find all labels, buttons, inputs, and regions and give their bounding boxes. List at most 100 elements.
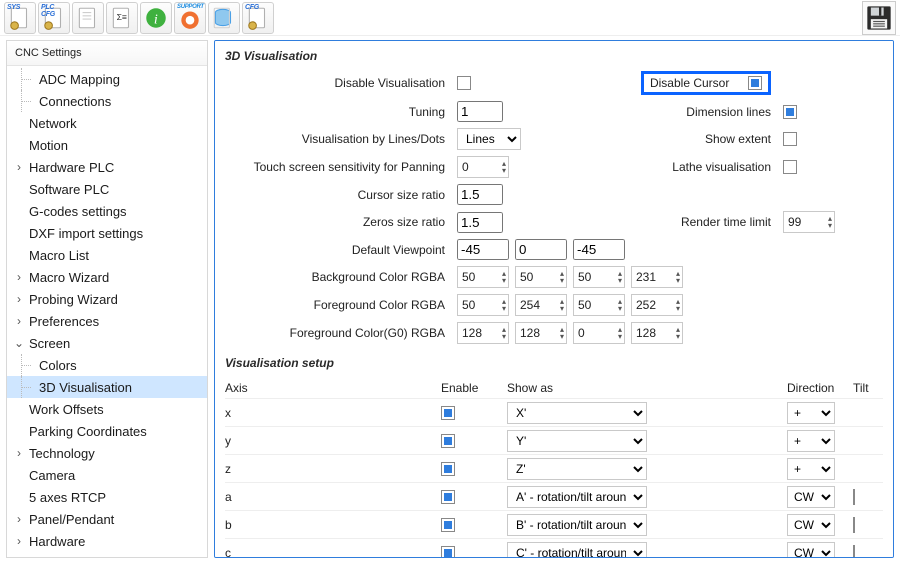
spin-bg-1[interactable]: 50▴▾	[515, 266, 567, 288]
check-enable-z[interactable]	[441, 462, 455, 476]
sidebar-item-preferences[interactable]: ›Preferences	[7, 310, 207, 332]
axis-label: y	[225, 434, 435, 448]
input-zeros-size[interactable]	[457, 212, 503, 233]
sidebar-item-3d-visualisation[interactable]: 3D Visualisation	[7, 376, 207, 398]
select-showas-y[interactable]: Y'	[507, 430, 647, 452]
spin-bg-2[interactable]: 50▴▾	[573, 266, 625, 288]
check-tilt-c[interactable]	[853, 545, 855, 558]
check-tilt-b[interactable]	[853, 517, 855, 533]
sidebar-item-colors[interactable]: Colors	[7, 354, 207, 376]
save-button[interactable]	[862, 1, 896, 35]
spin-fg0-2[interactable]: 0▴▾	[573, 322, 625, 344]
input-vp-1[interactable]	[515, 239, 567, 260]
select-showas-c[interactable]: C' - rotation/tilt around Z	[507, 542, 647, 558]
label-dimension-lines: Dimension lines	[611, 105, 771, 119]
label-by-lines: Visualisation by Lines/Dots	[225, 132, 445, 146]
spin-fg-1[interactable]: 254▴▾	[515, 294, 567, 316]
check-tilt-a[interactable]	[853, 489, 855, 505]
sidebar-item-technology[interactable]: ›Technology	[7, 442, 207, 464]
label-fg0-rgba: Foreground Color(G0) RGBA	[225, 326, 445, 340]
sidebar-title: CNC Settings	[7, 41, 207, 66]
input-cursor-size[interactable]	[457, 184, 503, 205]
toolbar-sigma[interactable]: Σ≡	[106, 2, 138, 34]
sidebar-item-network[interactable]: Network	[7, 112, 207, 134]
toolbar-plc-cfg[interactable]: PLC CFG	[38, 2, 70, 34]
axis-label: a	[225, 490, 435, 504]
toolbar-sys[interactable]: SYS	[4, 2, 36, 34]
select-dir-b[interactable]: CW	[787, 514, 835, 536]
check-lathe-vis[interactable]	[783, 160, 797, 174]
select-dir-z[interactable]: +	[787, 458, 835, 480]
sidebar-item-label: Hardware	[29, 534, 85, 549]
sidebar-item-hardware[interactable]: ›Hardware	[7, 530, 207, 552]
toolbar-doc[interactable]	[72, 2, 104, 34]
sidebar-item-label: Camera	[29, 468, 75, 483]
sidebar-item-macro-wizard[interactable]: ›Macro Wizard	[7, 266, 207, 288]
select-dir-y[interactable]: +	[787, 430, 835, 452]
toolbar-db[interactable]	[208, 2, 240, 34]
select-showas-b[interactable]: B' - rotation/tilt around Y	[507, 514, 647, 536]
sidebar-item-label: ADC Mapping	[39, 72, 120, 87]
spin-touch-sens[interactable]: 0▴▾	[457, 156, 509, 178]
sidebar-item-macro-list[interactable]: Macro List	[7, 244, 207, 266]
select-dir-c[interactable]: CW	[787, 542, 835, 558]
col-axis: Axis	[225, 381, 435, 395]
check-enable-a[interactable]	[441, 490, 455, 504]
svg-text:Σ≡: Σ≡	[117, 12, 127, 22]
toolbar-support[interactable]: SUPPORT	[174, 2, 206, 34]
select-dir-a[interactable]: CW	[787, 486, 835, 508]
check-show-extent[interactable]	[783, 132, 797, 146]
toolbar-cfg[interactable]: CFG	[242, 2, 274, 34]
check-dimension-lines[interactable]	[783, 105, 797, 119]
vis-row-x: x X' +	[225, 398, 883, 426]
sidebar-item-adc-mapping[interactable]: ADC Mapping	[7, 68, 207, 90]
select-showas-z[interactable]: Z'	[507, 458, 647, 480]
label-cursor-size: Cursor size ratio	[225, 188, 445, 202]
spin-render-limit[interactable]: 99▴▾	[783, 211, 835, 233]
spin-fg-2[interactable]: 50▴▾	[573, 294, 625, 316]
spin-fg-3[interactable]: 252▴▾	[631, 294, 683, 316]
sidebar-item-dxf-import-settings[interactable]: DXF import settings	[7, 222, 207, 244]
sidebar-item-panel-pendant[interactable]: ›Panel/Pendant	[7, 508, 207, 530]
check-enable-b[interactable]	[441, 518, 455, 532]
sidebar-item-label: Probing Wizard	[29, 292, 118, 307]
spin-bg-3[interactable]: 231▴▾	[631, 266, 683, 288]
axis-label: b	[225, 518, 435, 532]
input-vp-0[interactable]	[457, 239, 509, 260]
sidebar-item-hardware-plc[interactable]: ›Hardware PLC	[7, 156, 207, 178]
spin-fg0-1[interactable]: 128▴▾	[515, 322, 567, 344]
spin-bg-0[interactable]: 50▴▾	[457, 266, 509, 288]
sidebar-item-motion[interactable]: Motion	[7, 134, 207, 156]
check-enable-y[interactable]	[441, 434, 455, 448]
sidebar-item-label: Macro List	[29, 248, 89, 263]
svg-text:i: i	[154, 11, 158, 27]
select-showas-a[interactable]: A' - rotation/tilt around X	[507, 486, 647, 508]
sidebar-item-software-plc[interactable]: Software PLC	[7, 178, 207, 200]
section-title-3dvis: 3D Visualisation	[225, 49, 883, 63]
check-enable-x[interactable]	[441, 406, 455, 420]
spin-fg0-0[interactable]: 128▴▾	[457, 322, 509, 344]
check-enable-c[interactable]	[441, 546, 455, 558]
sidebar-item-screen[interactable]: ⌄Screen	[7, 332, 207, 354]
toolbar-info[interactable]: i	[140, 2, 172, 34]
sidebar-item-5-axes-rtcp[interactable]: 5 axes RTCP	[7, 486, 207, 508]
sidebar-item-work-offsets[interactable]: Work Offsets	[7, 398, 207, 420]
select-showas-x[interactable]: X'	[507, 402, 647, 424]
sidebar-item-label: Macro Wizard	[29, 270, 109, 285]
sidebar-item-label: G-codes settings	[29, 204, 127, 219]
sidebar-item-connections[interactable]: Connections	[7, 90, 207, 112]
spin-fg-0[interactable]: 50▴▾	[457, 294, 509, 316]
select-dir-x[interactable]: +	[787, 402, 835, 424]
input-tuning[interactable]	[457, 101, 503, 122]
input-vp-2[interactable]	[573, 239, 625, 260]
spin-fg0-3[interactable]: 128▴▾	[631, 322, 683, 344]
select-by-lines[interactable]: Lines	[457, 128, 521, 150]
axis-label: x	[225, 406, 435, 420]
sidebar-item-probing-wizard[interactable]: ›Probing Wizard	[7, 288, 207, 310]
sidebar-item-parking-coordinates[interactable]: Parking Coordinates	[7, 420, 207, 442]
sidebar-item-g-codes-settings[interactable]: G-codes settings	[7, 200, 207, 222]
sidebar-item-label: DXF import settings	[29, 226, 143, 241]
check-disable-vis[interactable]	[457, 76, 471, 90]
sidebar-item-camera[interactable]: Camera	[7, 464, 207, 486]
check-disable-cursor[interactable]	[748, 76, 762, 90]
